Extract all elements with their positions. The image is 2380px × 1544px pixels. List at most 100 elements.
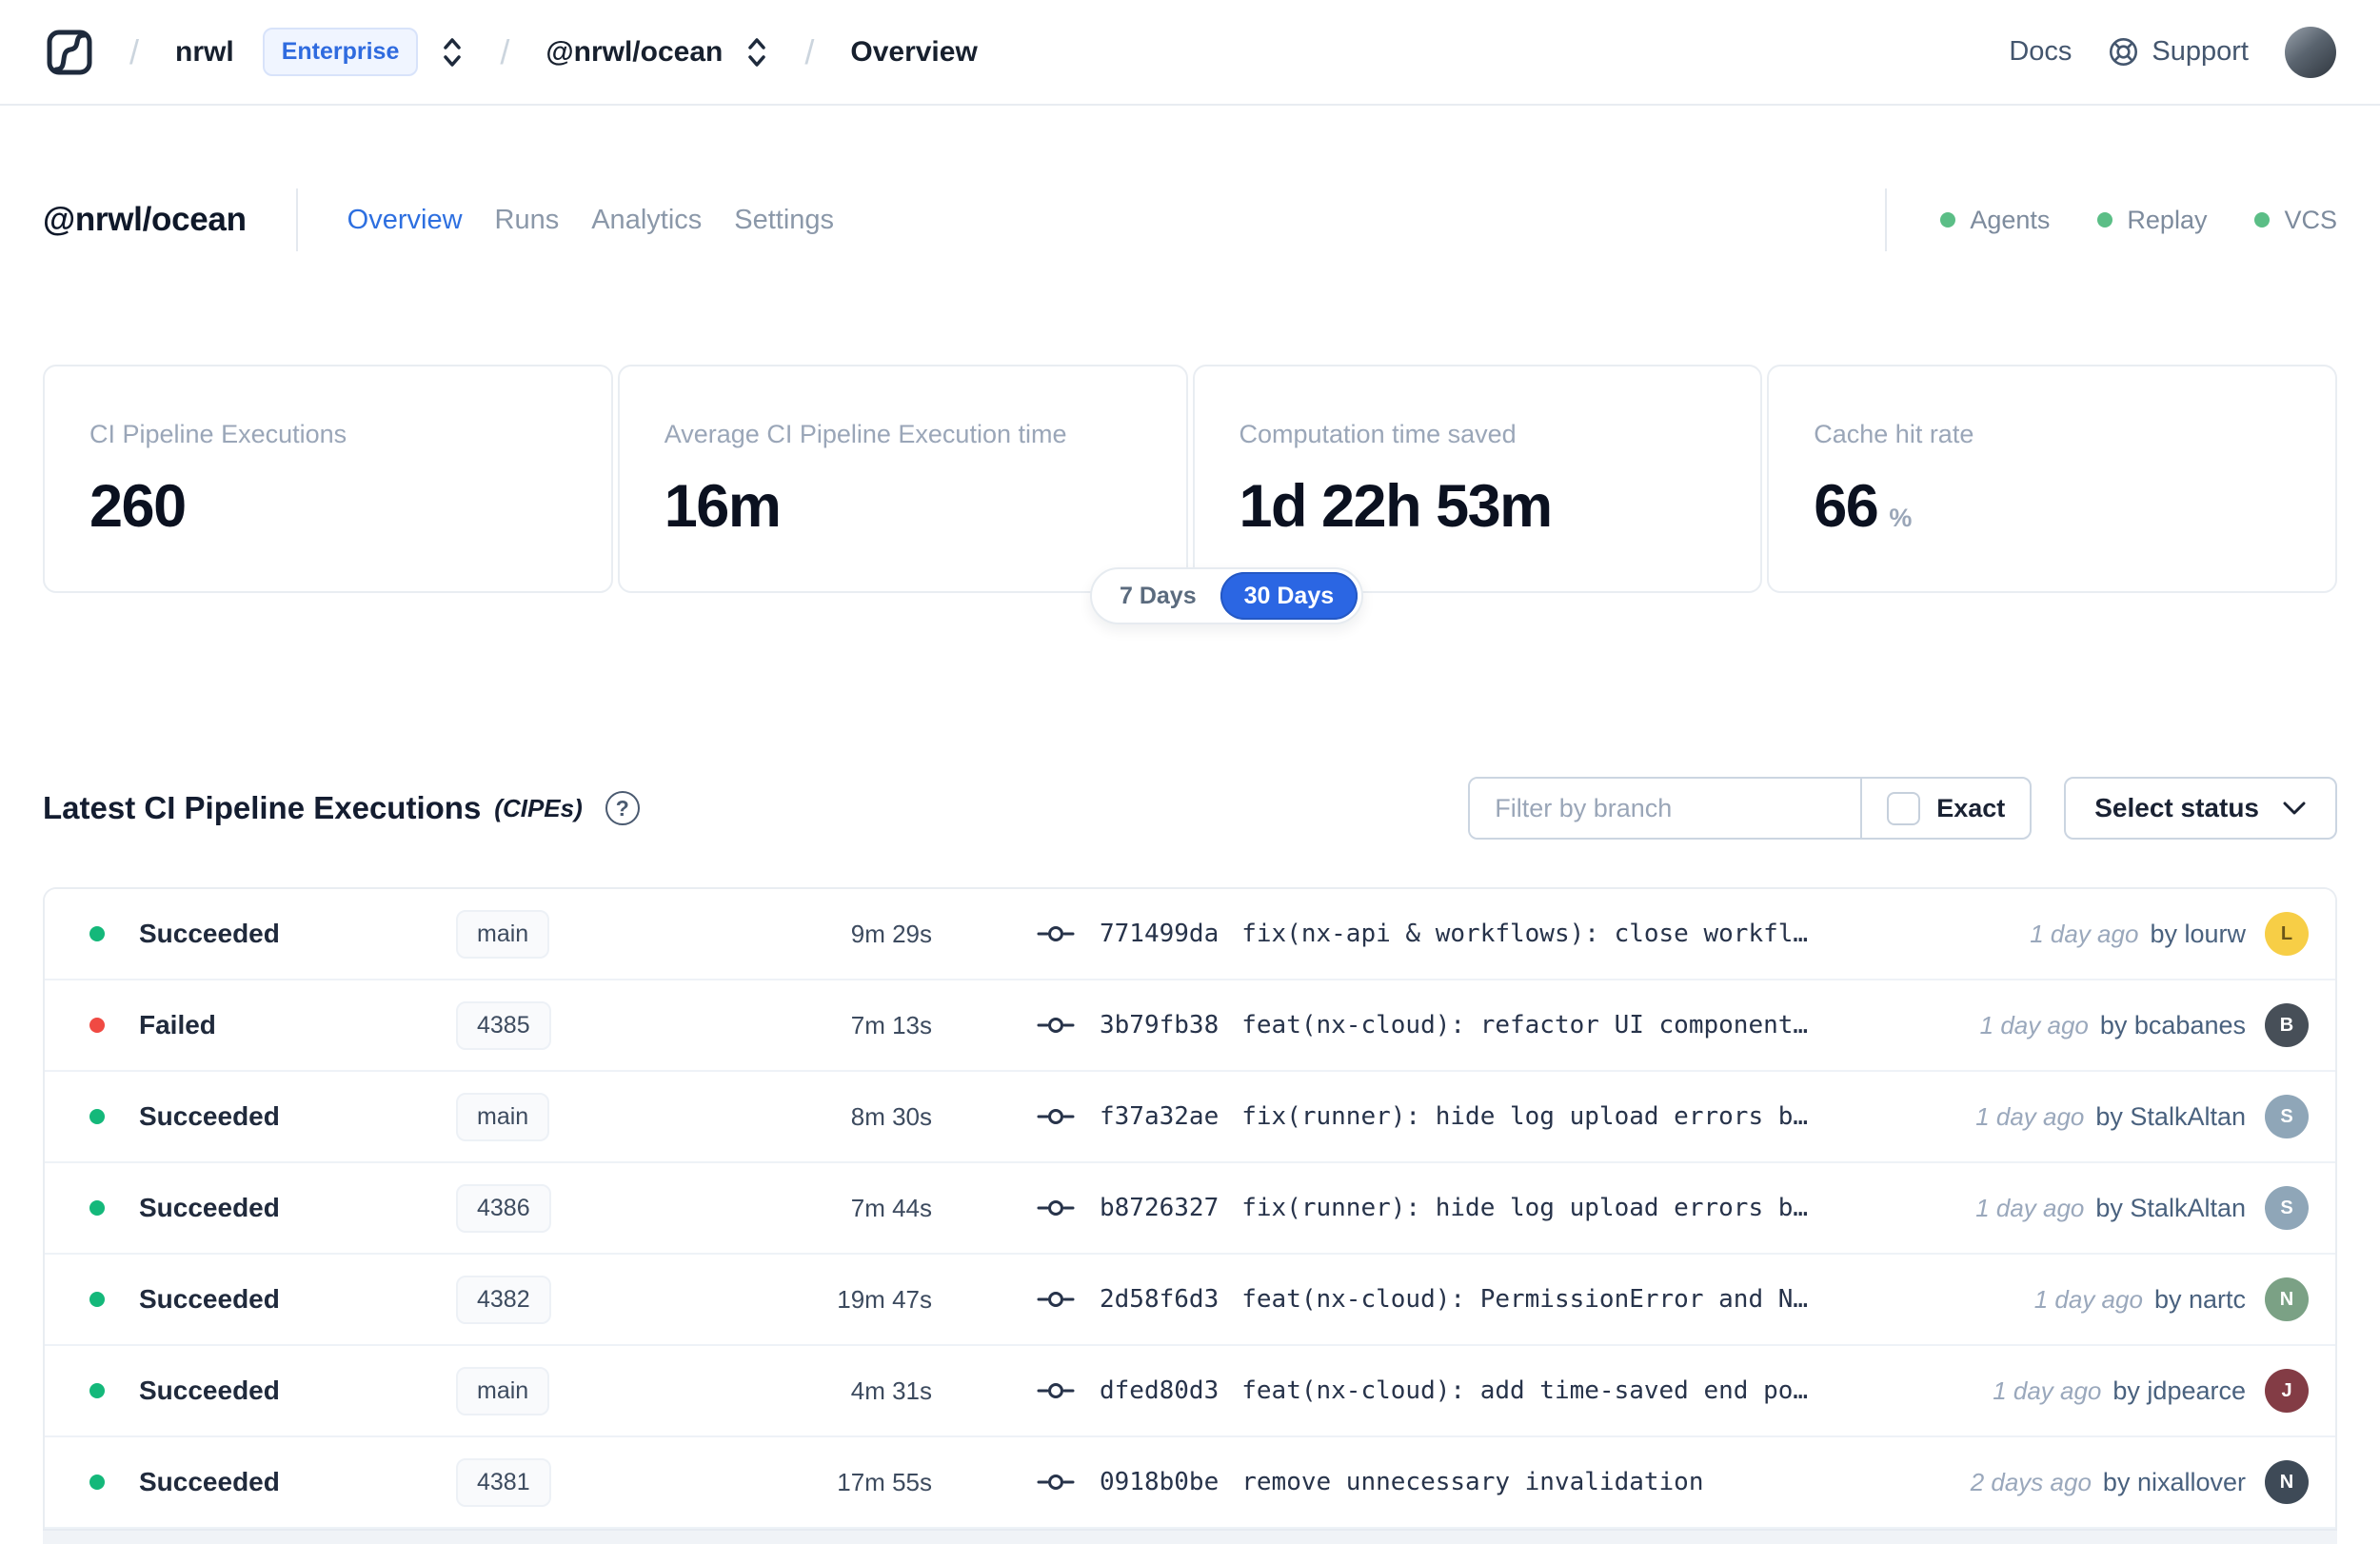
branch-pill[interactable]: 4382 xyxy=(456,1275,551,1324)
stat-card-avg-time: Average CI Pipeline Execution time 16m xyxy=(617,365,1188,593)
breadcrumb-slash: / xyxy=(500,31,510,71)
cipe-row[interactable]: Failed 4385 7m 13s 3b79fb38 feat(nx-cloud… xyxy=(45,980,2335,1072)
support-label: Support xyxy=(2152,36,2249,67)
help-icon[interactable]: ? xyxy=(605,791,640,825)
author-name: by StalkAltan xyxy=(2095,1101,2246,1131)
nx-logo[interactable] xyxy=(46,29,93,76)
stat-card-executions: CI Pipeline Executions 260 xyxy=(43,365,613,593)
cipe-row[interactable]: Succeeded 4386 7m 44s b8726327 fix(runner… xyxy=(45,1163,2335,1255)
status-label: Succeeded xyxy=(139,1193,280,1222)
status-cell: Succeeded xyxy=(89,1193,456,1223)
author-name: by StalkAltan xyxy=(2095,1193,2246,1222)
tab-settings[interactable]: Settings xyxy=(734,205,834,236)
commit-hash: dfed80d3 xyxy=(1100,1376,1220,1405)
commit-text[interactable]: 0918b0be remove unnecessary invalidation xyxy=(1100,1468,1704,1496)
status-dot xyxy=(89,1109,105,1124)
stats-section: CI Pipeline Executions 260 Average CI Pi… xyxy=(43,365,2337,624)
tab-runs[interactable]: Runs xyxy=(495,205,560,236)
commit-message: feat(nx-cloud): refactor UI component… xyxy=(1241,1011,1809,1039)
commit-cell: 0918b0be remove unnecessary invalidation xyxy=(1037,1468,1971,1496)
support-link[interactable]: Support xyxy=(2108,36,2249,68)
author-name: by lourw xyxy=(2150,919,2246,948)
green-dot-icon xyxy=(2097,212,2113,228)
commit-text[interactable]: f37a32ae fix(runner): hide log upload err… xyxy=(1100,1102,1808,1131)
branch-cell: main xyxy=(456,1092,691,1141)
meta-cell: 1 day ago by nartc N xyxy=(2034,1277,2309,1321)
cipe-section-header: Latest CI Pipeline Executions (CIPEs) ? … xyxy=(43,777,2337,840)
docs-link[interactable]: Docs xyxy=(2009,36,2072,68)
tab-analytics[interactable]: Analytics xyxy=(591,205,702,236)
branch-pill[interactable]: main xyxy=(456,909,550,959)
branch-cell: 4382 xyxy=(456,1275,691,1324)
workspace-name[interactable]: @nrwl/ocean xyxy=(545,36,723,69)
author-avatar: L xyxy=(2265,912,2309,956)
env-status-replay[interactable]: Replay xyxy=(2097,206,2207,235)
meta-cell: 2 days ago by nixallover N xyxy=(1971,1460,2309,1504)
enterprise-badge[interactable]: Enterprise xyxy=(262,28,419,76)
commit-text[interactable]: dfed80d3 feat(nx-cloud): add time-saved e… xyxy=(1100,1376,1808,1405)
commit-cell: dfed80d3 feat(nx-cloud): add time-saved e… xyxy=(1037,1376,1993,1405)
commit-hash: b8726327 xyxy=(1100,1194,1220,1222)
branch-pill[interactable]: 4385 xyxy=(456,1000,551,1050)
commit-text[interactable]: 2d58f6d3 feat(nx-cloud): PermissionError … xyxy=(1100,1285,1808,1314)
org-name[interactable]: nrwl xyxy=(175,36,234,69)
branch-pill[interactable]: main xyxy=(456,1366,550,1415)
time-ago: 1 day ago xyxy=(1993,1376,2102,1405)
git-commit-icon xyxy=(1037,1287,1075,1312)
meta-cell: 1 day ago by bcabanes B xyxy=(1980,1003,2309,1047)
branch-filter-group: Exact xyxy=(1468,777,2033,840)
cipe-table-body: Succeeded main 9m 29s 771499da fix(nx-api… xyxy=(43,887,2337,1529)
tab-overview[interactable]: Overview xyxy=(347,205,463,236)
branch-pill[interactable]: 4386 xyxy=(456,1183,551,1233)
commit-hash: 3b79fb38 xyxy=(1100,1011,1220,1039)
author-avatar: J xyxy=(2265,1369,2309,1413)
author-avatar: N xyxy=(2265,1460,2309,1504)
range-30-days[interactable]: 30 Days xyxy=(1220,572,1359,620)
status-cell: Succeeded xyxy=(89,1101,456,1132)
duration-cell: 9m 29s xyxy=(850,919,932,948)
duration-cell: 7m 44s xyxy=(850,1193,932,1222)
git-commit-icon xyxy=(1037,1013,1075,1038)
workspace-switcher-icon[interactable] xyxy=(745,35,768,69)
author-avatar: S xyxy=(2265,1095,2309,1138)
cipe-row[interactable]: Succeeded 4381 17m 55s 0918b0be remove un… xyxy=(45,1437,2335,1529)
user-avatar[interactable] xyxy=(2285,26,2336,78)
meta-cell: 1 day ago by StalkAltan S xyxy=(1975,1095,2309,1138)
range-7-days[interactable]: 7 Days xyxy=(1096,572,1220,620)
org-switcher-icon[interactable] xyxy=(441,35,464,69)
branch-cell: 4386 xyxy=(456,1183,691,1233)
cipe-row[interactable]: Succeeded main 8m 30s f37a32ae fix(runner… xyxy=(45,1072,2335,1163)
cipe-row[interactable]: Succeeded main 4m 31s dfed80d3 feat(nx-cl… xyxy=(45,1346,2335,1437)
status-cell: Succeeded xyxy=(89,1467,456,1497)
time-ago: 1 day ago xyxy=(2030,919,2139,948)
commit-cell: f37a32ae fix(runner): hide log upload err… xyxy=(1037,1102,1975,1131)
lifebuoy-icon xyxy=(2108,36,2139,68)
cipe-row[interactable]: Succeeded main 9m 29s 771499da fix(nx-api… xyxy=(45,889,2335,980)
author-name: by bcabanes xyxy=(2099,1010,2246,1039)
branch-pill[interactable]: 4381 xyxy=(456,1457,551,1507)
author-avatar: N xyxy=(2265,1277,2309,1321)
branch-cell: 4385 xyxy=(456,1000,691,1050)
branch-filter-input[interactable] xyxy=(1470,779,1861,838)
author-avatar: B xyxy=(2265,1003,2309,1047)
commit-cell: 771499da fix(nx-api & workflows): close w… xyxy=(1037,920,2030,948)
stat-card-time-saved: Computation time saved 1d 22h 53m xyxy=(1192,365,1763,593)
env-status-vcs[interactable]: VCS xyxy=(2254,206,2337,235)
status-dot xyxy=(89,1018,105,1033)
commit-text[interactable]: b8726327 fix(runner): hide log upload err… xyxy=(1100,1194,1808,1222)
table-next-row-edge xyxy=(43,1529,2337,1544)
cipe-row[interactable]: Succeeded 4382 19m 47s 2d58f6d3 feat(nx-c… xyxy=(45,1255,2335,1346)
stat-card-cache-hit: Cache hit rate 66 % xyxy=(1767,365,2337,593)
commit-message: remove unnecessary invalidation xyxy=(1241,1468,1704,1496)
workspace-tabs: Overview Runs Analytics Settings xyxy=(347,205,834,236)
time-ago: 1 day ago xyxy=(1975,1101,2085,1131)
exact-checkbox[interactable] xyxy=(1887,791,1921,825)
branch-cell: main xyxy=(456,1366,691,1415)
branch-pill[interactable]: main xyxy=(456,1092,550,1141)
exact-toggle[interactable]: Exact xyxy=(1860,779,2030,838)
commit-text[interactable]: 771499da fix(nx-api & workflows): close w… xyxy=(1100,920,1808,948)
status-select-dropdown[interactable]: Select status xyxy=(2064,777,2337,840)
env-status-agents[interactable]: Agents xyxy=(1940,206,2050,235)
commit-text[interactable]: 3b79fb38 feat(nx-cloud): refactor UI comp… xyxy=(1100,1011,1808,1039)
commit-hash: 2d58f6d3 xyxy=(1100,1285,1220,1314)
